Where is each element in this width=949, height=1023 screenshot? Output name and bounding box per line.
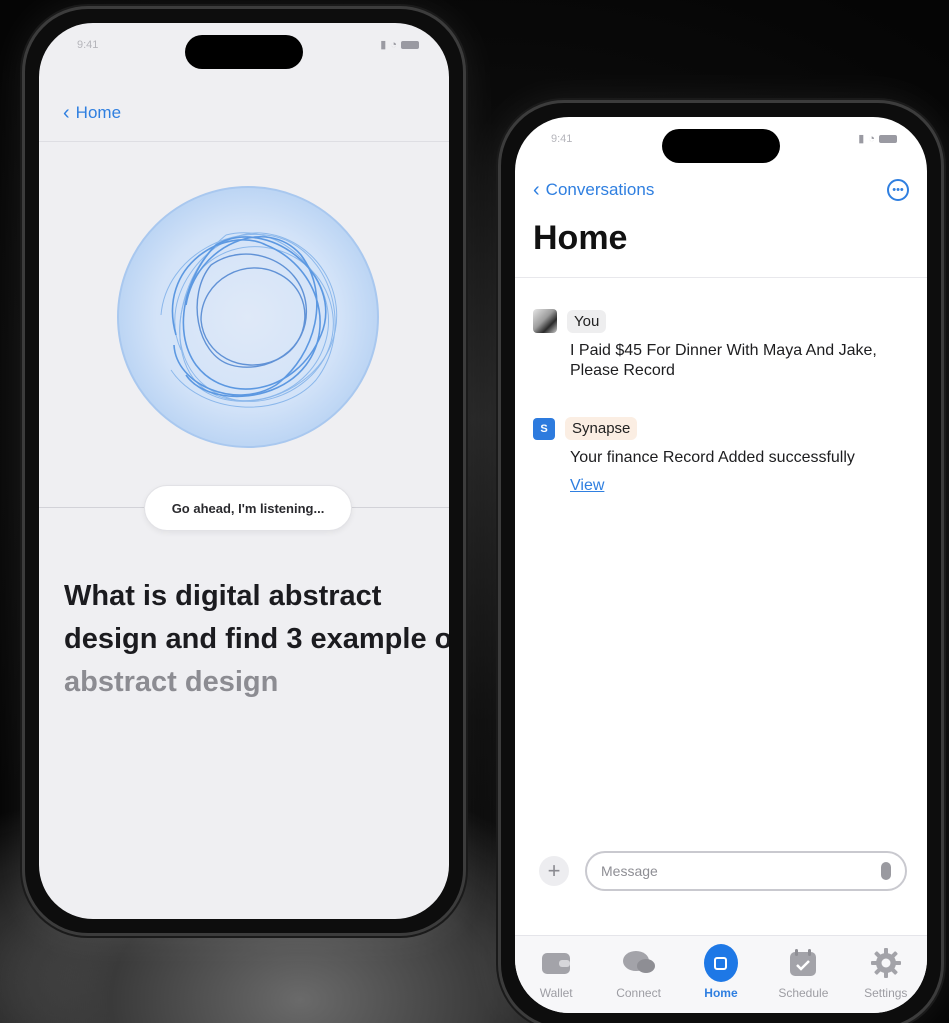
page-title: Home <box>533 219 628 257</box>
message-text: I Paid $45 For Dinner With Maya And Jake… <box>570 342 877 379</box>
signal-icon: ▮ <box>380 39 387 51</box>
back-button[interactable]: ‹ Conversations <box>533 180 654 200</box>
phone-voice-assistant: 9:41 ▮ ◔ ‹ Home Go ahead, I'm listening.… <box>22 6 466 936</box>
screen: 9:41 ▮ ◔ ‹ Conversations ••• Home You I … <box>515 117 927 1013</box>
query-main: What is digital abstract design and find… <box>64 580 449 655</box>
tab-label: Home <box>704 986 738 1000</box>
phone-chat: 9:41 ▮ ◔ ‹ Conversations ••• Home You I … <box>498 100 944 1023</box>
message-user: You I Paid $45 For Dinner With Maya And … <box>533 309 913 381</box>
back-label: Home <box>75 103 122 122</box>
screen: 9:41 ▮ ◔ ‹ Home Go ahead, I'm listening.… <box>39 23 449 919</box>
tab-label: Schedule <box>778 986 829 1000</box>
voice-orb-icon <box>117 186 379 448</box>
message-input[interactable]: Message <box>585 851 907 891</box>
chat-bubbles-icon <box>622 946 656 980</box>
tab-settings[interactable]: Settings <box>851 946 921 1000</box>
wifi-icon: ◔ <box>390 38 397 51</box>
back-label: Conversations <box>545 180 655 199</box>
tab-label: Settings <box>864 986 908 1000</box>
mic-icon[interactable] <box>881 862 891 880</box>
status-time: 9:41 <box>551 133 573 145</box>
wifi-icon: ◔ <box>868 132 875 145</box>
query-pending: abstract design <box>64 666 279 698</box>
title-divider <box>515 277 927 278</box>
chevron-left-icon: ‹ <box>533 179 540 201</box>
back-button[interactable]: ‹ Home <box>63 103 121 123</box>
dynamic-island <box>662 129 780 163</box>
view-link[interactable]: View <box>570 477 604 495</box>
chevron-left-icon: ‹ <box>63 102 70 124</box>
status-icons: ▮ ◔ <box>380 38 419 51</box>
plus-icon[interactable]: + <box>539 856 569 886</box>
avatar <box>533 309 557 333</box>
voice-query-text: What is digital abstract design and find… <box>64 575 449 704</box>
status-icons: ▮ ◔ <box>858 132 897 145</box>
wallet-icon <box>539 946 573 980</box>
tab-label: Connect <box>616 986 661 1000</box>
battery-icon <box>401 40 419 49</box>
message-assistant: S Synapse Your finance Record Added succ… <box>533 417 913 495</box>
nav-bar: ‹ Conversations ••• <box>533 179 909 201</box>
gear-icon <box>869 946 903 980</box>
message-placeholder: Message <box>601 863 658 879</box>
dynamic-island <box>185 35 303 69</box>
message-composer: + Message <box>539 851 907 891</box>
tab-schedule[interactable]: Schedule <box>768 946 838 1000</box>
header-divider <box>39 141 449 142</box>
tab-connect[interactable]: Connect <box>604 946 674 1000</box>
listening-pill: Go ahead, I'm listening... <box>144 485 352 531</box>
calendar-icon <box>786 946 820 980</box>
tab-wallet[interactable]: Wallet <box>521 946 591 1000</box>
sender-name: Synapse <box>565 417 638 440</box>
status-time: 9:41 <box>77 39 99 51</box>
home-icon <box>703 944 738 982</box>
ellipsis-circle-icon[interactable]: ••• <box>887 179 909 201</box>
tab-home[interactable]: Home <box>686 944 756 1000</box>
voice-orb-visualizer <box>116 185 380 449</box>
synapse-logo-icon: S <box>533 417 555 440</box>
message-text: Your finance Record Added successfully <box>570 449 855 466</box>
tab-label: Wallet <box>539 986 573 1000</box>
signal-icon: ▮ <box>858 133 865 145</box>
battery-icon <box>879 134 897 143</box>
sender-name: You <box>567 309 607 333</box>
tab-bar: Wallet Connect Home Schedule Settings <box>515 935 927 1013</box>
